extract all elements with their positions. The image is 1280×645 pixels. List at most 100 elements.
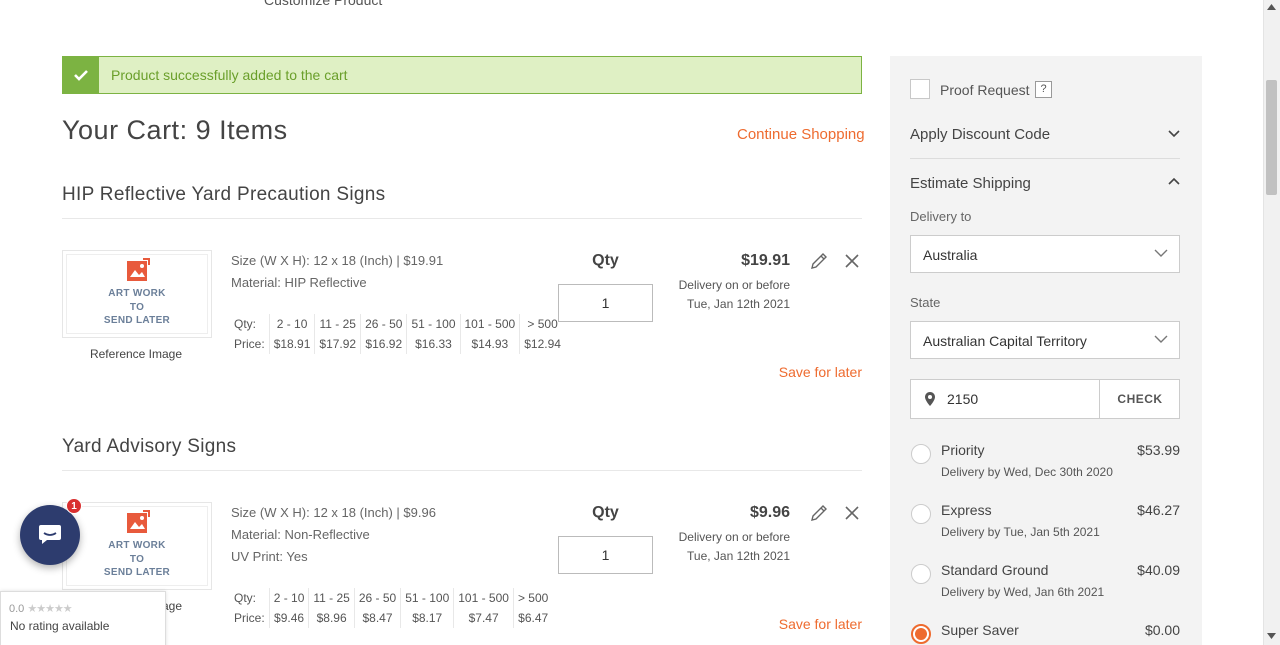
chat-notification-badge: 1 [66,498,82,514]
delivery-estimate: Delivery on or before Tue, Jan 12th 2021 [650,276,790,314]
state-label: State [910,295,941,310]
item-section-title: HIP Reflective Yard Precaution Signs [62,184,386,205]
rating-widget[interactable]: 0.0 ★★★★★ No rating available [0,591,166,645]
delivery-date: Tue, Jan 12th 2021 [687,549,790,563]
zip-code-input[interactable] [947,389,1087,409]
tier-qty-row: Qty: 2 - 10 11 - 25 26 - 50 51 - 100 101… [230,314,565,334]
location-pin-icon [925,392,935,406]
shipping-option-delivery: Delivery by Tue, Jan 5th 2021 [941,525,1100,539]
tier-price: $12.94 [519,334,565,354]
shipping-option-radio[interactable] [911,564,931,584]
save-for-later-link[interactable]: Save for later [740,364,862,380]
item-details: Size (W X H): 12 x 18 (Inch) | $9.96 Mat… [231,502,436,568]
tier-price-row: Price: $9.46 $8.96 $8.47 $8.17 $7.47 $6.… [230,608,553,628]
success-message: Product successfully added to the cart [111,67,348,83]
scrollbar-thumb[interactable] [1266,80,1277,195]
delivery-text: Delivery on or before [678,278,790,292]
tier-head: Qty: [234,317,257,331]
check-zip-button[interactable]: CHECK [1100,392,1180,406]
artwork-text: TO [129,554,145,565]
chevron-down-icon [1154,335,1168,343]
scroll-up-arrow-icon[interactable] [1267,4,1276,10]
tier-head: Price: [234,611,265,625]
delivery-text: Delivery on or before [678,530,790,544]
divider [62,218,862,219]
artwork-text: SEND LATER [103,567,171,578]
item-uv-print: UV Print: Yes [231,549,308,564]
step-customize-product[interactable]: Customize Product [264,0,382,8]
shipping-option-delivery: Delivery by Wed, Dec 30th 2020 [941,465,1113,479]
tier-price: $16.33 [406,334,460,354]
country-value: Australia [923,247,978,263]
proof-request-checkbox[interactable] [910,79,930,99]
qty-label: Qty [592,252,619,269]
tier-price: $7.47 [453,608,514,628]
save-for-later-link[interactable]: Save for later [740,616,862,632]
tier-qty: 26 - 50 [353,588,401,608]
chat-icon [39,525,61,544]
shipping-option-price: $46.27 [1137,502,1180,518]
item-size: Size (W X H): 12 x 18 (Inch) | $9.96 [231,505,436,520]
chevron-down-icon[interactable] [1168,128,1180,138]
item-price: $9.96 [749,504,790,521]
apply-discount-toggle[interactable]: Apply Discount Code [910,126,1050,143]
shipping-option-delivery: Delivery by Wed, Jan 6th 2021 [941,585,1105,599]
scroll-down-arrow-icon[interactable] [1267,633,1276,639]
shipping-option-radio[interactable] [911,444,931,464]
shipping-option-name: Priority [941,442,985,458]
divider [910,158,1180,159]
item-section-title: Yard Advisory Signs [62,436,237,457]
tier-price: $14.93 [459,334,520,354]
state-select[interactable]: Australian Capital Territory [910,321,1180,359]
shipping-option-price: $40.09 [1137,562,1180,578]
tier-qty: 51 - 100 [406,314,460,334]
shipping-option-radio-selected[interactable] [911,624,931,644]
remove-close-icon[interactable] [842,503,862,523]
tier-qty: 11 - 25 [314,314,361,334]
quantity-input[interactable] [558,536,653,574]
item-material: Material: HIP Reflective [231,275,367,290]
tier-price: $8.17 [400,608,454,628]
tier-qty: 2 - 10 [268,314,315,334]
qty-label: Qty [592,504,619,521]
estimate-shipping-toggle[interactable]: Estimate Shipping [910,175,1031,192]
artwork-thumbnail[interactable]: ART WORK TO SEND LATER [62,502,212,590]
tier-head: Price: [234,337,265,351]
tier-price: $8.47 [353,608,401,628]
tier-qty: 101 - 500 [459,314,520,334]
tier-qty: 11 - 25 [308,588,355,608]
delivery-estimate: Delivery on or before Tue, Jan 12th 2021 [650,528,790,566]
chevron-down-icon [1154,249,1168,257]
shipping-option-name: Standard Ground [941,562,1049,578]
quantity-input[interactable] [558,284,653,322]
shipping-option-price: $53.99 [1137,442,1180,458]
delivery-to-label: Delivery to [910,209,972,224]
country-select[interactable]: Australia [910,235,1180,273]
rating-text: No rating available [10,619,110,633]
item-details: Size (W X H): 12 x 18 (Inch) | $19.91 Ma… [231,250,443,294]
artwork-text: TO [129,302,145,313]
edit-pencil-icon[interactable] [809,251,829,271]
shipping-option-name: Express [941,502,992,518]
continue-shopping-link[interactable]: Continue Shopping [737,126,865,143]
tier-qty-row: Qty: 2 - 10 11 - 25 26 - 50 51 - 100 101… [230,588,553,608]
artwork-text: ART WORK [108,288,166,299]
chevron-up-icon[interactable] [1168,177,1180,187]
item-material: Material: Non-Reflective [231,527,370,542]
shipping-option-name: Super Saver [941,622,1019,638]
chat-launcher-button[interactable] [20,505,80,565]
edit-pencil-icon[interactable] [809,503,829,523]
tier-price: $16.92 [360,334,407,354]
help-question-icon[interactable]: ? [1035,81,1052,98]
tier-price: $17.92 [314,334,361,354]
divider [62,470,862,471]
reference-image-label: Reference Image [89,347,183,361]
checkmark-icon [63,57,99,93]
tier-head: Qty: [234,591,257,605]
tier-price: $8.96 [308,608,355,628]
artwork-thumbnail[interactable]: ART WORK TO SEND LATER [62,250,212,338]
remove-close-icon[interactable] [842,251,862,271]
shipping-option-radio[interactable] [911,504,931,524]
tier-price: $9.46 [268,608,309,628]
tier-qty: 101 - 500 [453,588,514,608]
